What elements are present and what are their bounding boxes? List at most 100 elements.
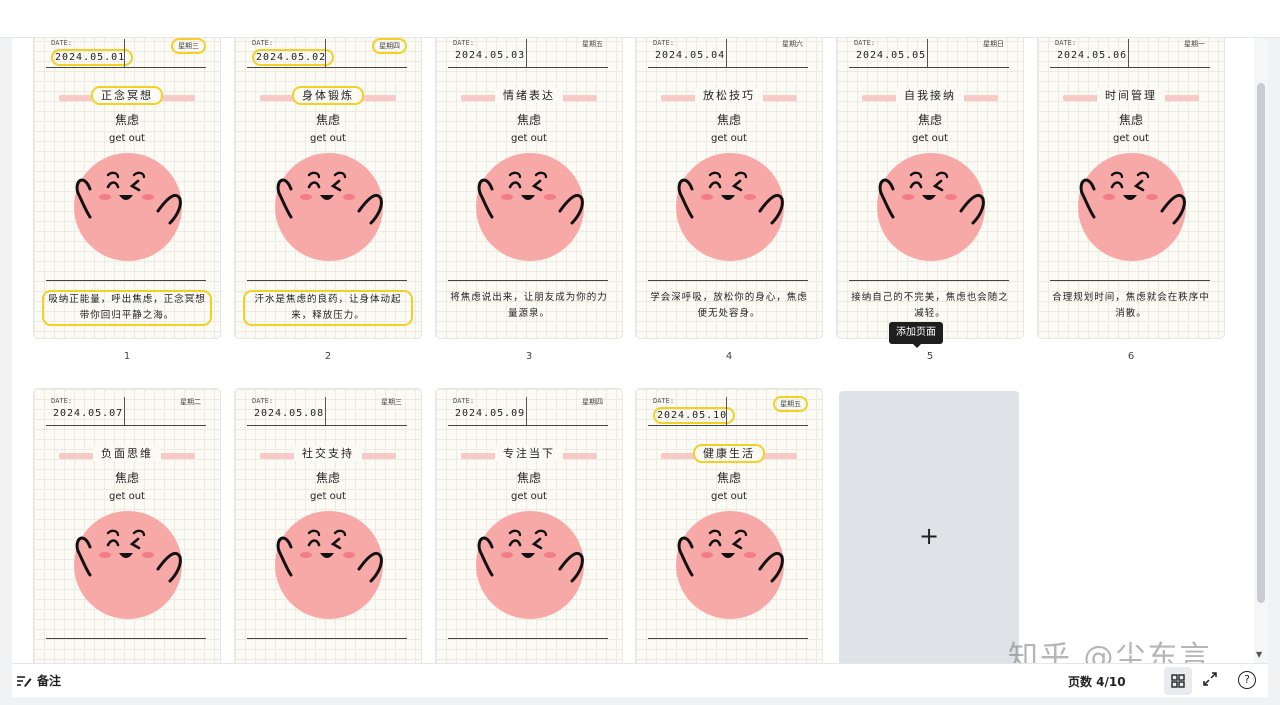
date-label: DATE: (1055, 39, 1077, 47)
grid-view-button[interactable] (1164, 667, 1192, 695)
page-thumbnail[interactable]: DATE: 星期日 2024.05.05 自我接纳 焦虑 get out 接纳自… (837, 38, 1023, 338)
page-heading-text: 社交支持 (294, 446, 362, 461)
top-bar (0, 0, 1280, 38)
add-page-button[interactable]: + (839, 391, 1019, 663)
divider (247, 638, 407, 639)
weekday-label: 星期五 (582, 40, 603, 48)
page-thumbnail[interactable]: DATE: 星期四 2024.05.02 身体锻炼 焦虑 get out 汗水是… (235, 38, 421, 338)
page-thumbnail[interactable]: DATE: 星期二 2024.05.07 负面思维 焦虑 get out (34, 389, 220, 663)
page-caption: 合理规划时间，焦虑就会在秩序中消散。 (1052, 292, 1210, 319)
smiley-blob-icon (877, 153, 985, 261)
page-count: 页数 4/10 (1068, 675, 1126, 689)
smiley-blob-icon (74, 511, 182, 619)
page-subtitle: 焦虑 (114, 113, 139, 127)
page-heading-text: 专注当下 (495, 446, 563, 461)
divider (1050, 280, 1210, 281)
page-number: 2 (324, 351, 332, 362)
notes-label: 备注 (37, 674, 62, 688)
date-label: DATE: (252, 39, 274, 47)
page-heading: 时间管理 (1038, 87, 1224, 103)
page-number: 5 (926, 351, 934, 362)
smiley-blob-icon (476, 511, 584, 619)
bottom-bar: 备注 页数 4/10 ? (12, 663, 1268, 697)
page-tagline: get out (912, 133, 948, 144)
date-value: 2024.05.04 (655, 50, 726, 61)
page-caption: 吸纳正能量，呼出焦虑，正念冥想带你回归平静之海。 (42, 290, 212, 326)
divider (247, 67, 407, 68)
page-subtitle: 焦虑 (716, 113, 741, 127)
page-thumbnail[interactable]: DATE: 星期三 2024.05.01 正念冥想 焦虑 get out 吸纳正… (34, 38, 220, 338)
expand-icon (1203, 672, 1217, 686)
page-caption: 接纳自己的不完美，焦虑也会随之减轻。 (851, 292, 1009, 319)
smiley-blob-icon (476, 153, 584, 261)
divider (448, 67, 608, 68)
divider (526, 397, 527, 425)
divider (124, 397, 125, 425)
date-value: 2024.05.02 (252, 49, 335, 66)
page-subtitle: 焦虑 (315, 471, 340, 485)
date-value: 2024.05.03 (455, 50, 526, 61)
page-thumbnail[interactable]: DATE: 星期一 2024.05.06 时间管理 焦虑 get out 合理规… (1038, 38, 1224, 338)
page-caption: 将焦虑说出来，让朋友成为你的力量源泉。 (450, 292, 608, 319)
vertical-scrollbar[interactable]: ▼ (1254, 38, 1268, 663)
page-grid-canvas: DATE: 星期五 2024.05.10 健康生活 焦虑 get out DAT… (12, 38, 1268, 663)
scrollbar-thumb[interactable] (1257, 83, 1265, 603)
divider (247, 425, 407, 426)
date-value: 2024.05.07 (53, 408, 124, 419)
divider (849, 280, 1009, 281)
weekday-label: 星期六 (782, 40, 803, 48)
page-subtitle: 焦虑 (917, 113, 942, 127)
page-heading-text: 正念冥想 (91, 86, 163, 105)
date-label: DATE: (653, 397, 675, 405)
add-page-tooltip: 添加页面 (889, 322, 943, 348)
page-heading: 健康生活 (636, 444, 822, 463)
page-number: 1 (123, 351, 131, 362)
page-tagline: get out (711, 133, 747, 144)
page-heading: 身体锻炼 (235, 86, 421, 105)
page-thumbnail[interactable]: DATE: 星期六 2024.05.04 放松技巧 焦虑 get out 学会深… (636, 38, 822, 338)
divider (726, 397, 727, 425)
divider (526, 39, 527, 67)
weekday-label: 星期四 (582, 398, 603, 406)
date-label: DATE: (51, 397, 73, 405)
divider (46, 280, 206, 281)
notes-button[interactable]: 备注 (16, 672, 61, 689)
page-tagline: get out (109, 133, 145, 144)
grid-icon (1171, 674, 1185, 688)
page-heading: 专注当下 (436, 445, 622, 461)
page-number: 4 (725, 351, 733, 362)
help-button[interactable]: ? (1238, 671, 1256, 689)
smiley-blob-icon (676, 511, 784, 619)
weekday-label: 星期三 (381, 398, 402, 406)
page-heading-text: 自我接纳 (896, 88, 964, 103)
weekday-label: 星期二 (180, 398, 201, 406)
smiley-blob-icon (74, 153, 182, 261)
page-tagline: get out (511, 491, 547, 502)
page-subtitle: 焦虑 (516, 471, 541, 485)
divider (1050, 67, 1210, 68)
date-label: DATE: (453, 397, 475, 405)
notes-icon (17, 675, 32, 687)
page-thumbnail[interactable]: DATE: 星期五 2024.05.03 情绪表达 焦虑 get out 将焦虑… (436, 38, 622, 338)
page-heading-text: 情绪表达 (495, 88, 563, 103)
divider (648, 280, 808, 281)
weekday-label: 星期日 (983, 40, 1004, 48)
page-heading-text: 放松技巧 (695, 88, 763, 103)
fullscreen-button[interactable] (1202, 671, 1218, 691)
divider (124, 39, 125, 67)
page-thumbnail[interactable]: DATE: 星期四 2024.05.09 专注当下 焦虑 get out (436, 389, 622, 663)
scroll-down-arrow-icon[interactable]: ▼ (1256, 650, 1262, 659)
date-label: DATE: (854, 39, 876, 47)
weekday-label: 星期一 (1184, 40, 1205, 48)
page-subtitle: 焦虑 (114, 471, 139, 485)
page-thumbnail[interactable]: DATE: 星期五 2024.05.10 健康生活 焦虑 get out (636, 389, 822, 663)
divider (1128, 39, 1129, 67)
date-label: DATE: (453, 39, 475, 47)
page-tagline: get out (310, 133, 346, 144)
page-thumbnail[interactable]: DATE: 星期三 2024.05.08 社交支持 焦虑 get out (235, 389, 421, 663)
page-subtitle: 焦虑 (315, 113, 340, 127)
divider (46, 425, 206, 426)
date-value: 2024.05.05 (856, 50, 927, 61)
page-tagline: get out (1113, 133, 1149, 144)
divider (325, 39, 326, 67)
